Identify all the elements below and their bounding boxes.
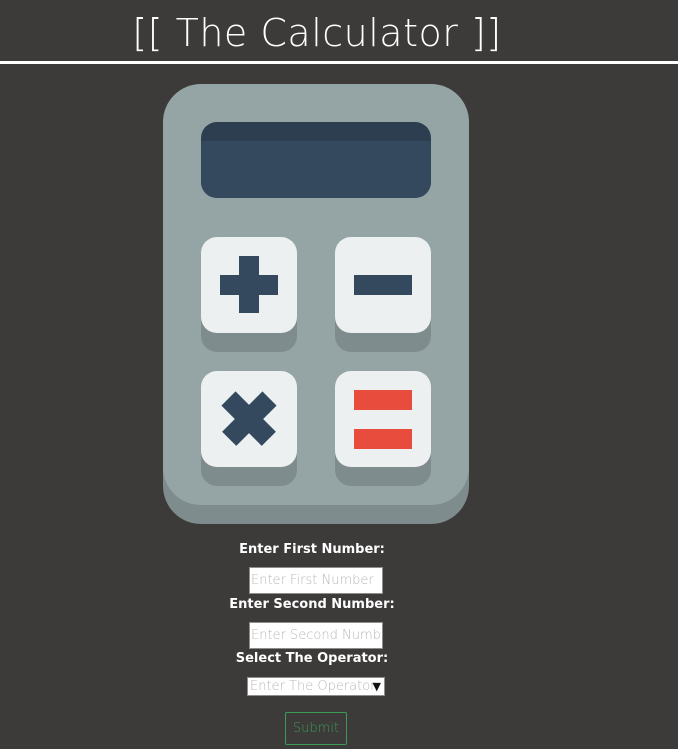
operator-select[interactable]: Enter The Operator ▼ [247,677,385,696]
second-number-input[interactable] [249,622,383,649]
minus-icon [354,275,412,295]
minus-key [335,237,431,352]
operator-label: Select The Operator: [235,651,389,666]
operator-selected-value: Enter The Operator [250,679,376,694]
multiply-key [201,371,297,486]
dropdown-arrow-icon: ▼ [372,680,381,693]
first-number-input[interactable] [249,567,383,594]
calculator-screen [201,122,431,198]
submit-button[interactable]: Submit [285,712,347,745]
plus-key [201,237,297,352]
equals-key [335,371,431,486]
calculator-icon [163,84,469,524]
first-number-label: Enter First Number: [239,542,385,557]
second-number-label: Enter Second Number: [229,597,395,612]
